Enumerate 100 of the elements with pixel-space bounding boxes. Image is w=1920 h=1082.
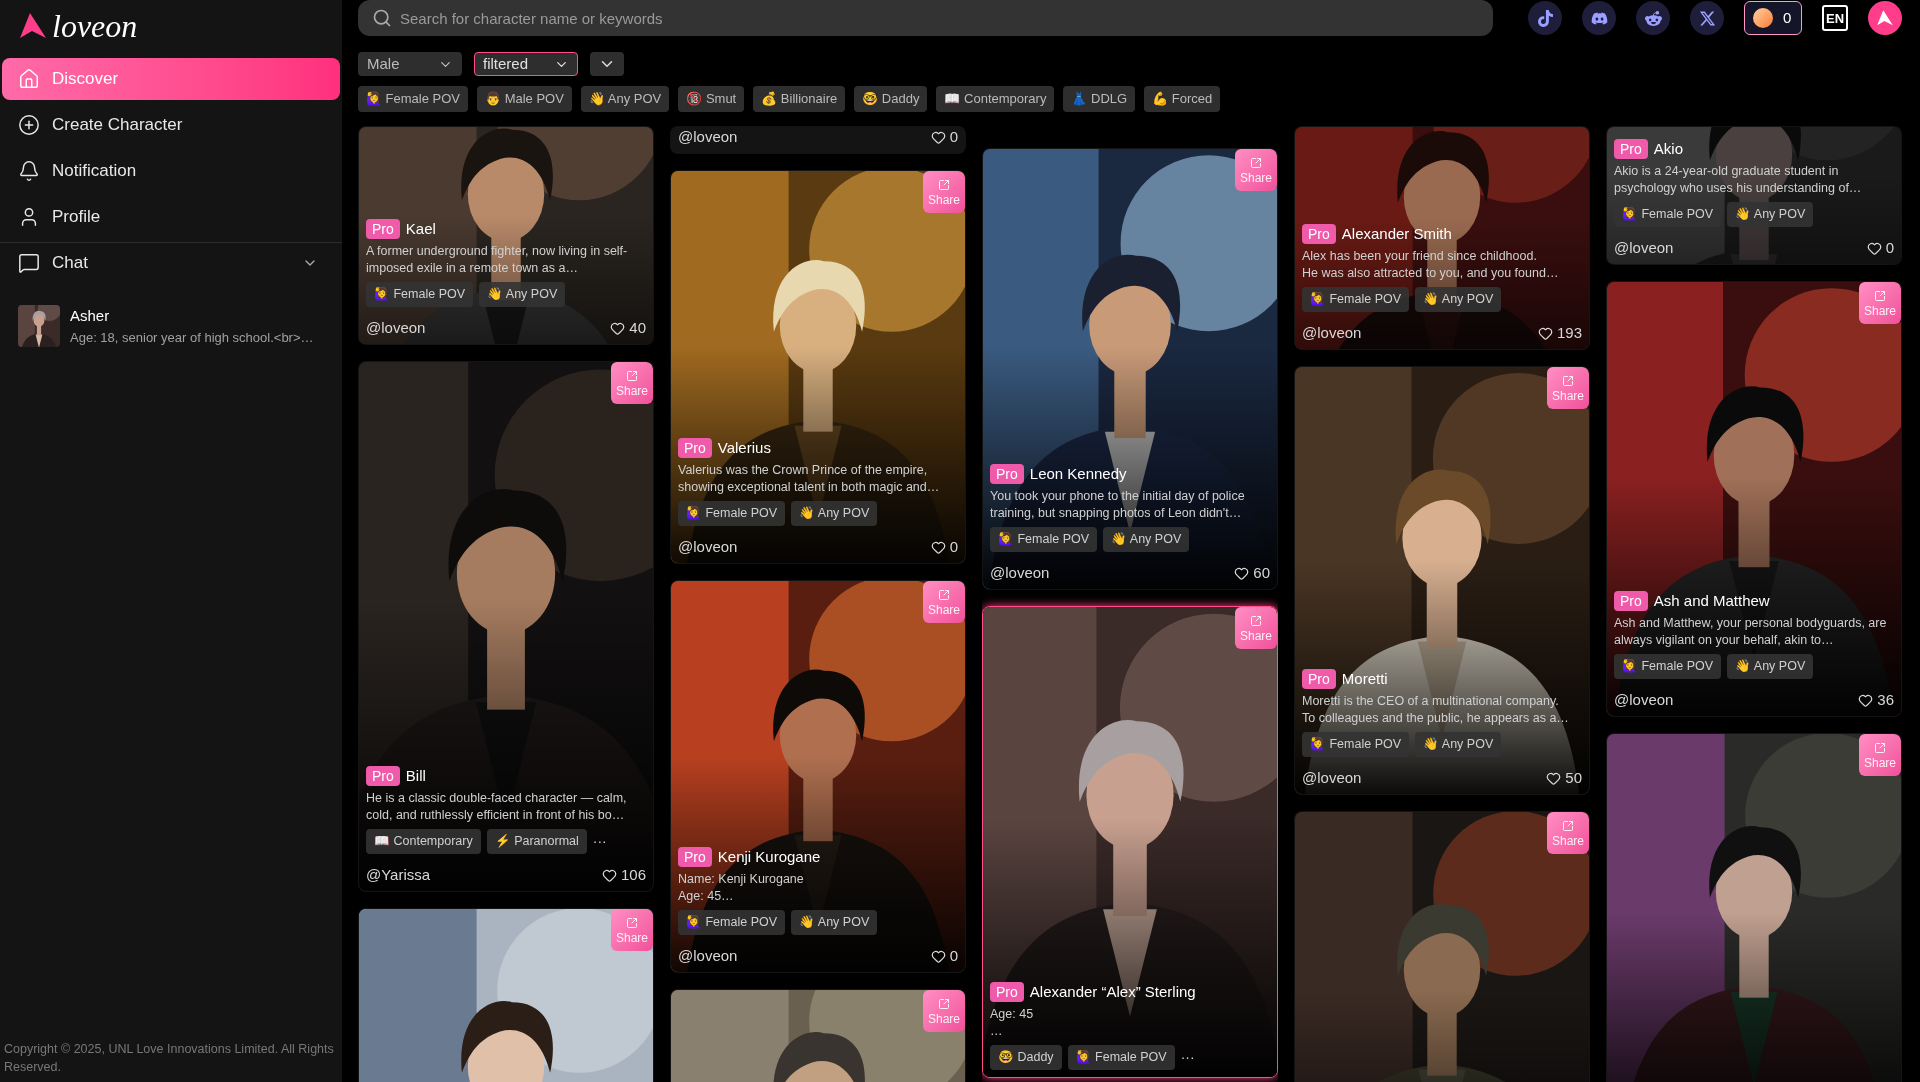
social-link[interactable] <box>1582 1 1616 35</box>
tag-filter[interactable]: 📖 Contemporary <box>936 86 1055 112</box>
share-icon <box>626 916 638 929</box>
share-icon <box>1562 819 1574 832</box>
tag-chip: 👋 Any POV <box>1727 654 1814 679</box>
like-count: 106 <box>620 866 646 884</box>
share-icon <box>1874 741 1886 754</box>
pro-badge: Pro <box>1302 224 1336 244</box>
pro-badge: Pro <box>678 847 712 867</box>
tiktok-icon <box>1536 9 1554 27</box>
pro-badge: Pro <box>990 982 1024 1002</box>
character-card[interactable]: Share Pro Valerius Valerius was the Crown Prince of the empire, showing exceptional talent in both magic and… 🙋‍♀ Female POV 👋 Any POV @loveon 0 <box>670 170 966 564</box>
tag-chip: 👋 Any POV <box>1415 287 1502 312</box>
character-card[interactable]: Share Pro Leon Kennedy You took your phone to the initial day of police training, but snapping photos of Leon didn't… 🙋‍♀ Female POV 👋 Any POV @loveon 60 <box>982 148 1278 590</box>
heart-icon[interactable] <box>1866 240 1882 256</box>
heart-icon[interactable] <box>930 129 946 145</box>
tag-chip: 🙋‍♀ Female POV <box>1614 654 1722 679</box>
tag-filter[interactable]: 💰 Billionaire <box>753 86 846 112</box>
character-description: You took your phone to the initial day of police training, but snapping photos of Leon didn't… <box>990 488 1246 522</box>
pro-badge: Pro <box>1614 139 1648 159</box>
character-name: Alexander Smith <box>1341 225 1452 243</box>
share-icon <box>938 178 950 191</box>
character-card[interactable]: Pro Akio Akio is a 24-year-old graduate student in psychology who uses his understanding of… 🙋‍♀ Female POV 👋 Any POV @loveon 0 <box>1606 126 1902 265</box>
social-link[interactable] <box>1690 1 1724 35</box>
author-handle[interactable]: @loveon <box>678 128 738 146</box>
heart-icon[interactable] <box>610 320 626 336</box>
pro-badge: Pro <box>990 464 1024 484</box>
author-handle[interactable]: @loveon <box>678 947 738 965</box>
author-handle[interactable]: @loveon <box>1302 769 1362 787</box>
character-name: Kael <box>405 220 436 238</box>
logo-icon <box>18 11 48 41</box>
tag-chip: 🙋‍♀ Female POV <box>678 910 786 935</box>
character-card[interactable]: Pro Alexander Smith Alex has been your friend since childhood. He was also attracted to you, and you found… 🙋‍♀ Female POV 👋 Any POV @loveon 193 <box>1294 126 1590 350</box>
tag-filter[interactable]: 👨 Male POV <box>477 86 572 112</box>
avatar-button[interactable] <box>1868 1 1902 35</box>
heart-icon[interactable] <box>1537 325 1553 341</box>
like-count: 0 <box>949 538 958 556</box>
x-icon <box>1698 9 1716 27</box>
filter-dropdown[interactable]: filtered <box>474 52 578 76</box>
nav-item[interactable]: Profile <box>2 196 340 238</box>
filter-dropdown[interactable]: Male <box>358 52 462 76</box>
character-name: Kenji Kurogane <box>717 848 821 866</box>
author-handle[interactable]: @loveon <box>366 319 426 337</box>
more-tags[interactable]: ··· <box>1180 1047 1195 1068</box>
chat-section[interactable]: Chat <box>2 243 340 283</box>
tag-filter[interactable]: 💪 Forced <box>1144 86 1221 112</box>
heart-icon[interactable] <box>1234 565 1250 581</box>
tag-chip: 🙋‍♀ Female POV <box>1302 732 1410 757</box>
share-icon <box>938 997 950 1010</box>
character-description: Akio is a 24-year-old graduate student in psychology who uses his understanding of… <box>1614 163 1863 197</box>
author-handle[interactable]: @loveon <box>678 538 738 556</box>
heart-icon[interactable] <box>930 948 946 964</box>
tag-chip: 👋 Any POV <box>1103 527 1190 552</box>
chat-name: Asher <box>70 306 111 326</box>
author-handle[interactable]: @loveon <box>1302 324 1362 342</box>
gift-coin-icon <box>1753 8 1773 28</box>
like-count: 0 <box>949 128 958 146</box>
heart-icon[interactable] <box>601 867 617 883</box>
pro-badge: Pro <box>1614 591 1648 611</box>
character-card[interactable]: Share Pro Ash and Matthew Ash and Matthew, your personal bodyguards, are always vigilant on your behalf, akin to… 🙋‍♀ Female POV 👋 Any POV @loveon 36 <box>1606 281 1902 717</box>
like-count: 50 <box>1565 769 1582 787</box>
share-icon <box>1562 374 1574 387</box>
character-card[interactable]: @loveon 0 <box>670 126 966 154</box>
nav-item[interactable]: Notification <box>2 150 340 192</box>
author-handle[interactable]: @Yarissa <box>366 866 431 884</box>
tag-filter[interactable]: 👗 DDLG <box>1063 86 1136 112</box>
share-icon <box>1874 289 1886 302</box>
chat-list-item[interactable]: Asher Age: 18, senior year of high school.<br>… <box>0 301 342 351</box>
character-description: He is a classic double-faced character — calm, cold, and ruthlessly efficient in front of his bo… <box>366 790 628 824</box>
tag-filter[interactable]: 👋 Any POV <box>580 86 670 112</box>
heart-icon[interactable] <box>930 539 946 555</box>
tag-filter[interactable]: 🔞 Smut <box>678 86 745 112</box>
chat-icon <box>18 252 40 274</box>
bell-icon <box>18 160 40 182</box>
language-button[interactable]: EN <box>1822 5 1848 31</box>
character-card[interactable]: Share Pro Bill He is a classic double-faced character — calm, cold, and ruthlessly efficient in front of his bo… 📖 Contemporary ⚡ Paranormal ··· @Yarissa 106 <box>358 361 654 892</box>
character-description: Valerius was the Crown Prince of the empire, showing exceptional talent in both magic and… <box>678 462 941 496</box>
social-link[interactable] <box>1528 1 1562 35</box>
author-handle[interactable]: @loveon <box>1614 691 1674 709</box>
pro-badge: Pro <box>366 219 400 239</box>
coin-balance[interactable]: 0 <box>1744 1 1802 35</box>
pro-badge: Pro <box>1302 669 1336 689</box>
tag-filter[interactable]: 🤓 Daddy <box>854 86 928 112</box>
heart-icon[interactable] <box>1858 692 1874 708</box>
tag-chip: 👋 Any POV <box>791 501 878 526</box>
tag-chip: 🙋‍♀ Female POV <box>1067 1045 1175 1070</box>
character-card[interactable]: Share Pro Alexander “Alex” Sterling Age: 45 … 🤓 Daddy 🙋‍♀ Female POV ··· <box>982 606 1278 1078</box>
expand-filters-button[interactable] <box>590 52 624 76</box>
like-count: 0 <box>1885 239 1894 257</box>
search-field[interactable]: Search for character name or keywords <box>358 0 1493 36</box>
social-link[interactable] <box>1636 1 1670 35</box>
character-name: Valerius <box>717 439 771 457</box>
like-count: 193 <box>1556 324 1582 342</box>
nav-item[interactable]: Create Character <box>2 104 340 146</box>
heart-icon[interactable] <box>1546 770 1562 786</box>
tag-filter[interactable]: 🙋‍♀ Female POV <box>358 86 469 112</box>
author-handle[interactable]: @loveon <box>990 564 1050 582</box>
character-card[interactable]: Share Pro Kenji Kurogane Name: Kenji Kurogane Age: 45… 🙋‍♀ Female POV 👋 Any POV @loveon 0 <box>670 580 966 973</box>
author-handle[interactable]: @loveon <box>1614 239 1674 257</box>
more-tags[interactable]: ··· <box>592 831 607 852</box>
